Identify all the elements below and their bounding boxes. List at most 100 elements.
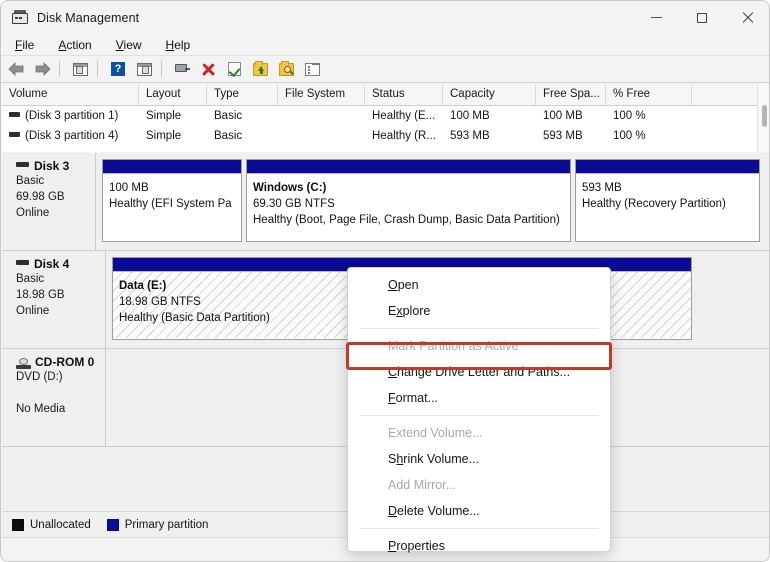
maximize-button[interactable] [679, 1, 725, 34]
legend-swatch-unallocated [12, 519, 24, 531]
partition-details: Windows (C:) 69.30 GB NTFS Healthy (Boot… [247, 174, 570, 240]
partition-size: 69.30 GB NTFS [253, 196, 570, 212]
close-button[interactable] [725, 1, 770, 34]
column-header-capacity[interactable]: Capacity [443, 85, 536, 105]
toolbar-separator-1 [59, 61, 60, 77]
partition-status: Healthy (Recovery Partition) [582, 196, 759, 212]
column-header-free-space[interactable]: Free Spa... [536, 85, 606, 105]
context-menu-item-explore[interactable]: Explore [348, 298, 610, 324]
disk-management-icon [12, 10, 28, 26]
cell-status: Healthy (E... [365, 110, 443, 122]
disk-partitions-disk-3: 100 MB Healthy (EFI System Pa Windows (C… [96, 153, 770, 250]
volume-table-header: Volume Layout Type File System Status Ca… [2, 85, 770, 106]
partition-status: Healthy (Boot, Page File, Crash Dump, Ba… [253, 212, 570, 228]
cell-volume: (Disk 3 partition 4) [2, 130, 139, 142]
scrollbar-thumb[interactable] [762, 105, 767, 127]
table-row[interactable]: (Disk 3 partition 4) Simple Basic Health… [2, 126, 770, 146]
partition-context-menu: Open Explore Mark Partition as Active Ch… [347, 267, 611, 552]
help-icon[interactable]: ? [107, 58, 129, 80]
disk-name-text: CD-ROM 0 [35, 355, 94, 369]
disk-title: Disk 3 [16, 159, 95, 173]
properties-monitor-icon[interactable] [171, 58, 193, 80]
partition-details: 100 MB Healthy (EFI System Pa [103, 174, 241, 240]
column-header-blank[interactable] [692, 85, 757, 105]
disk-management-window: Disk Management File Action View Help ? [0, 0, 770, 562]
ctx-open-rest: pen [398, 278, 419, 292]
ctx-explore-rest: plore [403, 304, 431, 318]
table-row[interactable]: (Disk 3 partition 1) Simple Basic Health… [2, 106, 770, 126]
cell-type: Basic [207, 110, 278, 122]
column-header-layout[interactable]: Layout [139, 85, 207, 105]
context-menu-item-delete-volume[interactable]: Delete Volume... [348, 498, 610, 524]
toolbar-separator-2 [97, 61, 98, 77]
menu-action[interactable]: Action [48, 36, 101, 54]
minimize-button[interactable] [633, 1, 679, 34]
menu-help[interactable]: Help [156, 36, 201, 54]
disk-icon [16, 162, 29, 167]
column-header-type[interactable]: Type [207, 85, 278, 105]
show-hide-console-tree-icon[interactable] [69, 58, 91, 80]
volume-icon [9, 112, 20, 117]
forward-icon[interactable] [31, 58, 53, 80]
cell-free-space: 100 MB [536, 110, 606, 122]
partition-size: 593 MB [582, 180, 759, 196]
disk-info-disk-4[interactable]: Disk 4 Basic 18.98 GB Online [2, 251, 106, 348]
column-header-file-system[interactable]: File System [278, 85, 365, 105]
partition-windows-c[interactable]: Windows (C:) 69.30 GB NTFS Healthy (Boot… [246, 159, 571, 242]
partition-efi[interactable]: 100 MB Healthy (EFI System Pa [102, 159, 242, 242]
menu-view[interactable]: View [106, 36, 152, 54]
partition-capacity-bar [247, 160, 570, 174]
cd-rom-icon [16, 358, 31, 369]
disk-row-disk-3[interactable]: Disk 3 Basic 69.98 GB Online 100 MB Heal… [2, 153, 770, 250]
menu-file[interactable]: File [5, 36, 44, 54]
cell-volume-text: (Disk 3 partition 4) [25, 130, 118, 142]
delete-icon[interactable] [197, 58, 219, 80]
partition-details: 593 MB Healthy (Recovery Partition) [576, 174, 759, 240]
context-menu-item-format[interactable]: Format... [348, 385, 610, 411]
ctx-change-rest: hange Drive Letter and Paths... [397, 365, 570, 379]
menu-action-label-rest: ction [66, 38, 91, 52]
context-menu-separator-1 [360, 328, 598, 329]
partition-label: Windows (C:) [253, 180, 570, 196]
legend-label-unallocated: Unallocated [30, 519, 91, 531]
folder-up-icon[interactable] [249, 58, 271, 80]
volume-list-panel: Volume Layout Type File System Status Ca… [2, 85, 770, 152]
volume-table-body: (Disk 3 partition 1) Simple Basic Health… [2, 106, 770, 146]
disk-info-disk-3[interactable]: Disk 3 Basic 69.98 GB Online [2, 153, 96, 250]
disk-icon [16, 260, 29, 265]
context-menu-item-open[interactable]: Open [348, 272, 610, 298]
partition-capacity-bar [103, 160, 241, 174]
disk-state: Online [16, 303, 105, 319]
volume-list-scrollbar[interactable] [757, 85, 770, 152]
volume-icon [9, 132, 20, 137]
disk-info-cd-rom-0[interactable]: CD-ROM 0 DVD (D:) No Media [2, 349, 106, 446]
disk-size: 69.98 GB [16, 189, 95, 205]
window-controls [633, 1, 770, 34]
cell-free-space: 593 MB [536, 130, 606, 142]
context-menu-item-shrink-volume[interactable]: Shrink Volume... [348, 446, 610, 472]
column-header-percent-free[interactable]: % Free [606, 85, 692, 105]
list-view-icon[interactable] [301, 58, 323, 80]
column-header-status[interactable]: Status [365, 85, 443, 105]
cell-type: Basic [207, 130, 278, 142]
partition-capacity-bar [576, 160, 759, 174]
legend-swatch-primary-partition [107, 519, 119, 531]
check-disk-icon[interactable] [223, 58, 245, 80]
folder-search-icon[interactable] [275, 58, 297, 80]
cell-capacity: 100 MB [443, 110, 536, 122]
cell-status: Healthy (R... [365, 130, 443, 142]
context-menu-separator-3 [360, 528, 598, 529]
back-icon[interactable] [5, 58, 27, 80]
partition-recovery[interactable]: 593 MB Healthy (Recovery Partition) [575, 159, 760, 242]
context-menu-item-properties[interactable]: Properties [348, 533, 610, 559]
context-menu-item-change-drive-letter-and-paths[interactable]: Change Drive Letter and Paths... [348, 359, 610, 385]
show-hide-action-pane-icon[interactable] [133, 58, 155, 80]
legend-label-primary-partition: Primary partition [125, 519, 209, 531]
partition-status: Healthy (EFI System Pa [109, 196, 241, 212]
disk-name-text: Disk 3 [34, 159, 69, 173]
ctx-format-rest: ormat... [396, 391, 438, 405]
context-menu-item-add-mirror: Add Mirror... [348, 472, 610, 498]
disk-state: No Media [16, 401, 105, 417]
disk-kind: DVD (D:) [16, 369, 105, 385]
column-header-volume[interactable]: Volume [2, 85, 139, 105]
